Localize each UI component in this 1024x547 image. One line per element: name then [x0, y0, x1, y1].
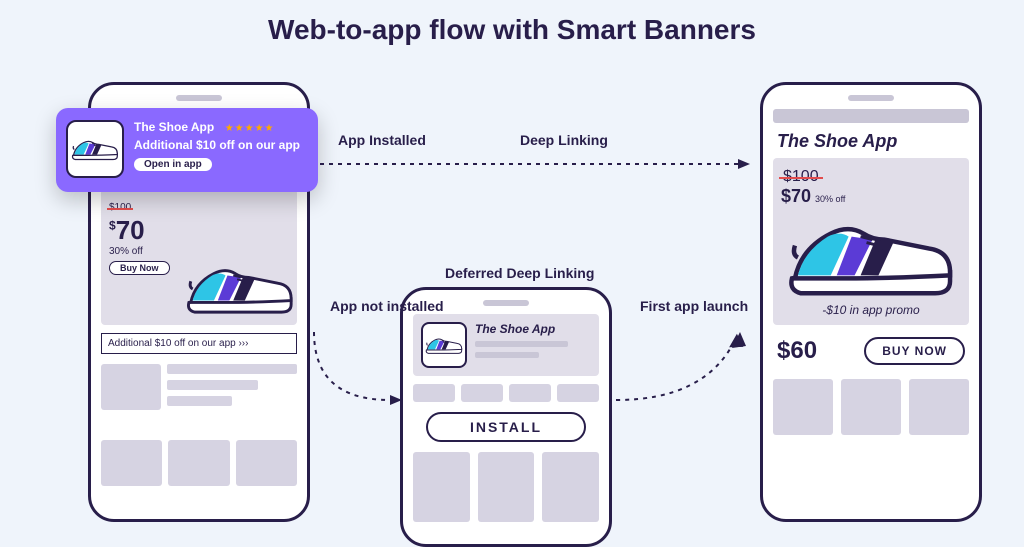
app-icon	[421, 322, 467, 368]
app-icon	[66, 120, 124, 178]
price-original: $100	[781, 168, 821, 186]
in-app-promo-text: -$10 in app promo	[781, 303, 961, 317]
label-deferred-deep-linking: Deferred Deep Linking	[445, 265, 594, 281]
product-card: $100 $70 30% off -$10 in app promo	[773, 158, 969, 325]
content-skeleton-tiles	[101, 440, 297, 486]
install-button[interactable]: INSTALL	[426, 412, 586, 442]
content-skeleton	[101, 364, 297, 410]
arrow-first-launch	[614, 330, 754, 420]
content-skeleton-tiles	[773, 379, 969, 435]
price-value: 70	[116, 215, 145, 245]
phone-speaker	[848, 95, 894, 101]
rating-stars-icon: ★★★★★	[225, 123, 275, 134]
arrow-to-app-store	[312, 330, 402, 420]
price-value: $70	[781, 186, 811, 206]
product-card: $100 $70 30% off Buy Now	[101, 189, 297, 325]
buy-now-button[interactable]: BUY NOW	[864, 337, 965, 365]
strike-line	[107, 208, 133, 210]
shoe-icon	[786, 211, 956, 301]
banner-app-name: The Shoe App	[134, 120, 214, 134]
label-deep-linking: Deep Linking	[520, 132, 608, 148]
phone-speaker	[483, 300, 529, 306]
phone-speaker	[176, 95, 222, 101]
label-app-not-installed: App not installed	[330, 298, 410, 315]
app-title: The Shoe App	[777, 131, 969, 152]
price-discounted: $70 30% off	[781, 186, 961, 207]
store-meta-tiles	[413, 384, 599, 402]
price-original: $100	[109, 202, 131, 213]
discount-label: 30% off	[109, 246, 289, 257]
page-title: Web-to-app flow with Smart Banners	[0, 14, 1024, 46]
shoe-icon	[71, 136, 119, 162]
shoe-icon	[185, 259, 295, 317]
label-app-installed: App Installed	[338, 132, 426, 148]
phone-native-app: The Shoe App $100 $70 30% off -$10 in app…	[760, 82, 982, 522]
discount-label: 30% off	[815, 194, 845, 204]
arrow-deep-link	[320, 156, 750, 176]
banner-promo-text: Additional $10 off on our app	[134, 138, 310, 152]
inline-app-promo-banner[interactable]: Additional $10 off on our app ›››	[101, 333, 297, 354]
shoe-icon	[425, 334, 463, 356]
currency-symbol: $	[109, 218, 116, 232]
label-first-app-launch: First app launch	[640, 298, 720, 315]
store-app-name: The Shoe App	[475, 322, 591, 336]
price-discounted: $70	[109, 215, 289, 246]
app-top-bar-placeholder	[773, 109, 969, 123]
store-listing-header: The Shoe App	[413, 314, 599, 376]
smart-banner[interactable]: The Shoe App ★★★★★ Additional $10 off on…	[56, 108, 318, 192]
buy-now-button[interactable]: Buy Now	[109, 261, 170, 275]
open-in-app-button[interactable]: Open in app	[134, 158, 212, 171]
strike-line	[779, 177, 823, 179]
store-screenshots	[413, 452, 599, 522]
phone-app-store: The Shoe App INSTALL	[400, 287, 612, 547]
price-final: $60	[777, 337, 817, 365]
